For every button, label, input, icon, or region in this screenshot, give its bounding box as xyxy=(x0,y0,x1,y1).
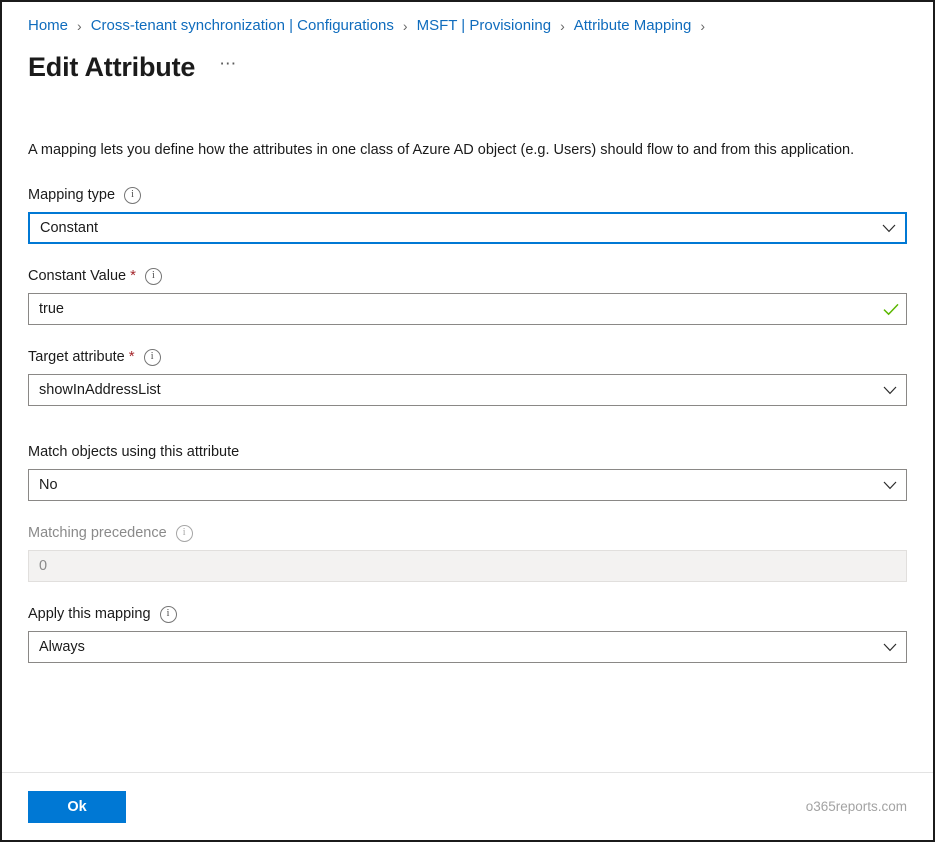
breadcrumb: Home › Cross-tenant synchronization | Co… xyxy=(28,2,907,42)
blade-content: Home › Cross-tenant synchronization | Co… xyxy=(2,2,933,772)
target-attribute-label: Target attribute xyxy=(28,349,125,365)
blade-footer: Ok o365reports.com xyxy=(2,772,933,840)
breadcrumb-item-msft-provisioning[interactable]: MSFT | Provisioning xyxy=(417,16,552,36)
blade-description: A mapping lets you define how the attrib… xyxy=(28,142,855,158)
target-attribute-value: showInAddressList xyxy=(39,382,161,398)
mapping-type-label-row: Mapping type i xyxy=(28,185,907,205)
breadcrumb-separator-icon: › xyxy=(700,18,705,34)
field-match-objects: Match objects using this attribute No xyxy=(28,442,907,501)
ok-button[interactable]: Ok xyxy=(28,790,126,823)
field-target-attribute: Target attribute * i showInAddressList xyxy=(28,347,907,406)
mapping-type-label: Mapping type xyxy=(28,187,116,203)
field-constant-value: Constant Value * i true xyxy=(28,266,907,325)
watermark: o365reports.com xyxy=(805,798,907,814)
mapping-type-value: Constant xyxy=(40,220,99,236)
chevron-down-icon xyxy=(873,224,905,233)
info-icon[interactable]: i xyxy=(175,524,193,542)
breadcrumb-separator-icon: › xyxy=(402,18,408,34)
more-options-icon[interactable]: ⋯ xyxy=(215,53,242,81)
info-icon[interactable]: i xyxy=(124,186,142,204)
matching-precedence-input: 0 xyxy=(39,558,48,574)
constant-value-label-row: Constant Value * i xyxy=(28,266,907,286)
page-title: Edit Attribute xyxy=(28,52,196,82)
field-matching-precedence: Matching precedence i 0 xyxy=(28,523,907,582)
breadcrumb-item-cross-tenant-synchronization-configurations[interactable]: Cross-tenant synchronization | Configura… xyxy=(91,16,394,36)
apply-mapping-label-row: Apply this mapping i xyxy=(28,604,907,624)
mapping-type-dropdown[interactable]: Constant xyxy=(28,212,907,244)
breadcrumb-item-attribute-mapping[interactable]: Attribute Mapping xyxy=(574,16,692,36)
field-apply-mapping: Apply this mapping i Always xyxy=(28,604,907,663)
matching-precedence-label-row: Matching precedence i xyxy=(28,523,907,543)
info-icon[interactable]: i xyxy=(143,348,161,366)
apply-mapping-value: Always xyxy=(39,639,85,655)
match-objects-value: No xyxy=(39,477,58,493)
breadcrumb-item-home[interactable]: Home xyxy=(28,16,68,36)
info-icon[interactable]: i xyxy=(144,267,162,285)
chevron-down-icon xyxy=(874,643,906,652)
required-indicator: * xyxy=(128,348,135,365)
info-icon[interactable]: i xyxy=(159,605,177,623)
field-mapping-type: Mapping type i Constant xyxy=(28,185,907,244)
matching-precedence-input-wrapper: 0 xyxy=(28,550,907,582)
breadcrumb-separator-icon: › xyxy=(560,18,565,34)
required-indicator: * xyxy=(130,267,136,284)
valid-check-icon xyxy=(876,303,906,316)
target-attribute-label-row: Target attribute * i xyxy=(28,347,907,367)
apply-mapping-label: Apply this mapping xyxy=(28,606,151,622)
chevron-down-icon xyxy=(874,481,906,490)
apply-mapping-dropdown[interactable]: Always xyxy=(28,631,907,663)
match-objects-label: Match objects using this attribute xyxy=(28,444,240,460)
chevron-down-icon xyxy=(874,386,906,395)
matching-precedence-label: Matching precedence xyxy=(28,525,167,541)
constant-value-input[interactable]: true xyxy=(29,299,876,319)
title-row: Edit Attribute ⋯ xyxy=(28,48,907,86)
match-objects-label-row: Match objects using this attribute xyxy=(28,442,907,462)
breadcrumb-separator-icon: › xyxy=(77,18,82,34)
match-objects-dropdown[interactable]: No xyxy=(28,469,907,501)
target-attribute-dropdown[interactable]: showInAddressList xyxy=(28,374,907,406)
constant-value-input-wrapper[interactable]: true xyxy=(28,293,907,325)
constant-value-label: Constant Value xyxy=(28,268,127,284)
edit-attribute-blade: Home › Cross-tenant synchronization | Co… xyxy=(0,0,935,842)
